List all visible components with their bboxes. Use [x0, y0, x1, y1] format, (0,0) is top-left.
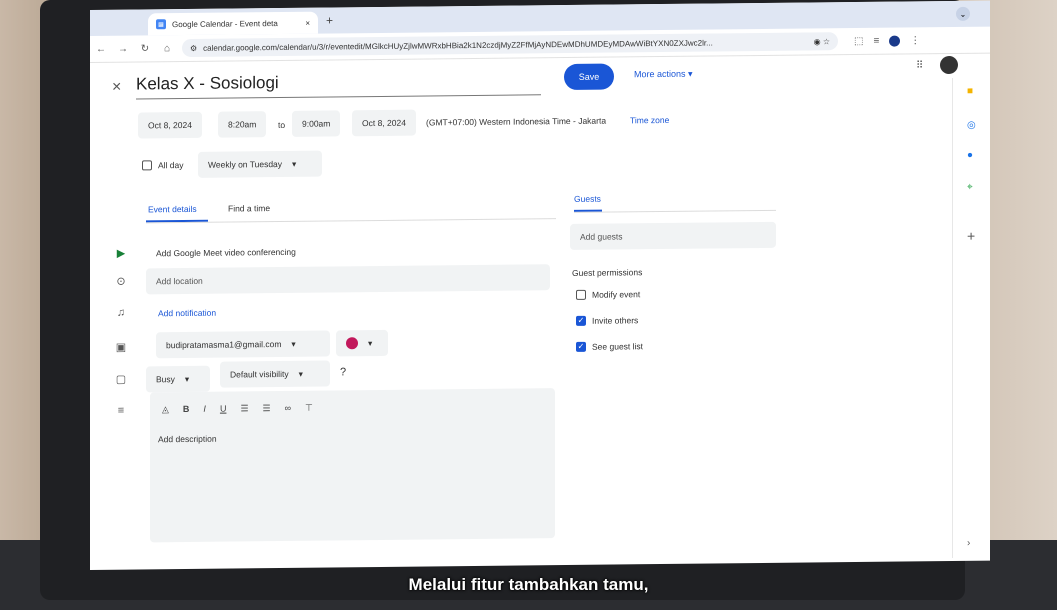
bell-icon: ♫	[116, 306, 126, 319]
timezone-text: (GMT+07:00) Western Indonesia Time - Jak…	[426, 115, 607, 128]
new-tab-button[interactable]: +	[326, 13, 333, 27]
close-editor-icon[interactable]: ×	[112, 79, 121, 97]
video-subtitle: Melalui fitur tambahkan tamu,	[408, 575, 649, 594]
apps-grid-icon[interactable]: ⠿	[916, 60, 923, 71]
add-addon-icon[interactable]: +	[967, 228, 975, 244]
end-time-field[interactable]: 9:00am	[292, 110, 341, 137]
recurrence-dropdown[interactable]: Weekly on Tuesday ▾	[198, 150, 322, 178]
guests-divider	[574, 209, 776, 213]
forward-icon[interactable]: →	[112, 43, 134, 54]
numbered-list-icon[interactable]: ☰	[240, 403, 248, 414]
start-time-field[interactable]: 8:20am	[218, 111, 267, 138]
help-icon[interactable]: ?	[340, 366, 346, 378]
tab-title: Google Calendar - Event deta	[172, 18, 278, 29]
bulleted-list-icon[interactable]: ☰	[263, 403, 271, 414]
to-label: to	[278, 119, 286, 131]
back-icon[interactable]: ←	[90, 43, 112, 54]
chevron-down-icon: ▾	[292, 158, 297, 169]
calendar-favicon-icon: ▦	[156, 19, 166, 30]
tab-close-icon[interactable]: ×	[305, 18, 310, 27]
start-date-field[interactable]: Oct 8, 2024	[138, 111, 202, 139]
add-meet-button[interactable]: Add Google Meet video conferencing	[156, 247, 296, 258]
address-bar[interactable]: ⚙ calendar.google.com/calendar/u/3/r/eve…	[182, 32, 838, 58]
all-day-checkbox[interactable]	[142, 160, 152, 171]
browser-menu-icon[interactable]: ⋮	[910, 35, 920, 46]
save-button[interactable]: Save	[564, 63, 614, 91]
chevron-down-icon: ▾	[368, 337, 373, 348]
expand-panel-icon[interactable]: ›	[967, 538, 970, 549]
calendar-icon: ▣	[115, 341, 127, 354]
bold-icon[interactable]: B	[183, 404, 190, 415]
keep-icon[interactable]: ■	[967, 86, 973, 97]
tasks-icon[interactable]: ◎	[967, 120, 976, 131]
tab-guests[interactable]: Guests	[574, 194, 601, 204]
tab-search-icon[interactable]: ⌄	[956, 6, 970, 21]
location-icon: ⊙	[116, 275, 126, 288]
chevron-down-icon: ▾	[291, 338, 296, 349]
laptop-screen: ▦ Google Calendar - Event deta × + ⌄ ← →…	[90, 0, 990, 570]
availability-dropdown[interactable]: Busy ▾	[146, 365, 210, 393]
tab-event-details[interactable]: Event details	[148, 204, 197, 215]
clear-format-icon[interactable]: ⊤	[305, 403, 313, 414]
modify-event-label: Modify event	[592, 289, 641, 300]
browser-tab[interactable]: ▦ Google Calendar - Event deta ×	[148, 11, 318, 36]
tab-find-a-time[interactable]: Find a time	[228, 203, 270, 213]
modify-event-checkbox[interactable]	[576, 289, 586, 300]
chevron-down-icon: ▾	[688, 68, 693, 79]
add-guests-input[interactable]: Add guests	[570, 221, 776, 250]
invite-others-label: Invite others	[592, 315, 639, 326]
invite-others-checkbox[interactable]: ✓	[576, 315, 586, 326]
availability-value: Busy	[156, 374, 175, 385]
extensions-icon[interactable]: ⬚	[854, 35, 863, 46]
maps-icon[interactable]: ⌖	[967, 182, 973, 193]
recurrence-value: Weekly on Tuesday	[208, 158, 283, 170]
reading-list-icon[interactable]: ≡	[873, 35, 879, 46]
contacts-icon[interactable]: ●	[967, 150, 973, 161]
see-guest-list-checkbox[interactable]: ✓	[576, 341, 586, 352]
all-day-label: All day	[158, 160, 184, 171]
link-icon[interactable]: ∞	[285, 403, 291, 414]
chevron-down-icon: ▾	[184, 373, 190, 384]
add-notification-link[interactable]: Add notification	[158, 308, 216, 319]
calendar-owner-dropdown[interactable]: budipratamasma1@gmail.com ▾	[156, 330, 330, 359]
event-title-input[interactable]: Kelas X - Sosiologi	[136, 70, 541, 100]
description-placeholder: Add description	[158, 433, 217, 445]
calendar-owner-value: budipratamasma1@gmail.com	[166, 338, 282, 351]
google-meet-icon: ▶	[116, 247, 126, 260]
home-icon[interactable]: ⌂	[156, 43, 178, 54]
visibility-dropdown[interactable]: Default visibility ▾	[220, 360, 330, 388]
bookmark-star-icon[interactable]: ◉ ☆	[808, 37, 830, 46]
timezone-link[interactable]: Time zone	[630, 115, 669, 125]
end-date-field[interactable]: Oct 8, 2024	[352, 109, 416, 137]
profile-avatar[interactable]	[889, 35, 901, 47]
chevron-down-icon: ▾	[298, 368, 303, 379]
url-text: calendar.google.com/calendar/u/3/r/event…	[203, 37, 713, 53]
underline-icon[interactable]: U	[220, 404, 227, 415]
calendar-event-editor: × Kelas X - Sosiologi Save More actions …	[90, 54, 990, 570]
italic-icon[interactable]: I	[203, 404, 206, 415]
visibility-value: Default visibility	[230, 368, 289, 380]
more-actions-button[interactable]: More actions ▾	[634, 69, 693, 81]
description-icon: ≡	[117, 404, 125, 417]
guest-permissions-title: Guest permissions	[572, 267, 643, 278]
event-color-swatch	[346, 337, 358, 350]
location-input[interactable]: Add location	[146, 264, 550, 295]
formatting-toolbar: ◬ B I U ☰ ☰ ∞ ⊤	[162, 403, 313, 416]
reload-icon[interactable]: ↻	[134, 43, 156, 54]
event-color-dropdown[interactable]: ▾	[336, 329, 388, 357]
drive-icon[interactable]: ◬	[162, 404, 169, 415]
site-info-icon[interactable]: ⚙	[190, 43, 197, 52]
account-avatar[interactable]	[940, 55, 958, 75]
more-actions-label: More actions	[634, 68, 686, 80]
side-panel: ■ ◎ ● ⌖ + ›	[952, 77, 990, 558]
briefcase-icon: ▢	[115, 373, 127, 386]
laptop-bezel: ▦ Google Calendar - Event deta × + ⌄ ← →…	[40, 0, 990, 600]
see-guest-list-label: See guest list	[592, 341, 644, 352]
